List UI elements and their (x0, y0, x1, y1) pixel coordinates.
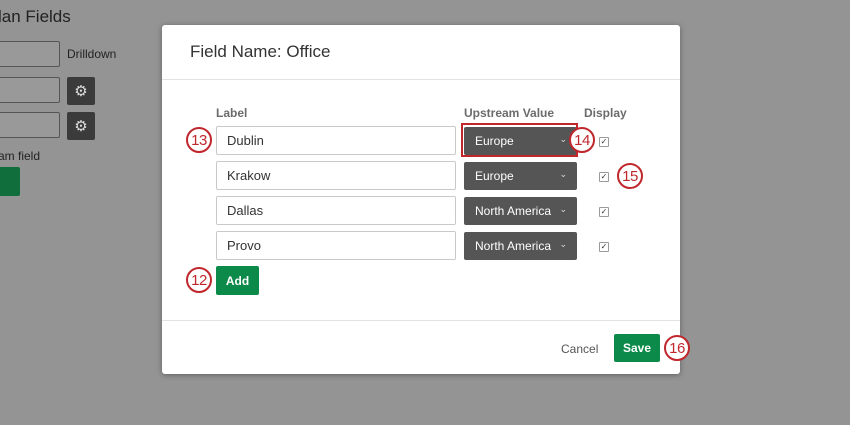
label-input[interactable] (216, 161, 456, 190)
chevron-down-icon: ⌄ (559, 239, 567, 249)
column-header-label: Label (216, 106, 248, 120)
mapping-row: Europe ⌄ ✓ (162, 161, 680, 191)
upstream-value-text: North America (475, 239, 552, 253)
field-name-dialog: Field Name: Office Label Upstream Value … (162, 25, 680, 374)
upstream-value-text: North America (475, 204, 552, 218)
mapping-row: North America ⌄ ✓ (162, 231, 680, 261)
background-input (0, 41, 60, 67)
display-checkbox[interactable]: ✓ (599, 172, 609, 182)
cancel-button[interactable]: Cancel (561, 342, 598, 356)
add-button[interactable]: Add (216, 266, 259, 295)
chevron-down-icon: ⌄ (559, 169, 567, 179)
callout-14: 14 (569, 127, 595, 153)
background-input (0, 112, 60, 138)
label-input[interactable] (216, 231, 456, 260)
save-button[interactable]: Save (614, 334, 660, 362)
display-checkbox[interactable]: ✓ (599, 207, 609, 217)
column-header-upstream-value: Upstream Value (464, 106, 555, 120)
label-input[interactable] (216, 196, 456, 225)
background-upstream-field-label: am field (0, 149, 41, 163)
highlight-box (461, 123, 578, 157)
column-header-display: Display (584, 106, 627, 120)
chevron-down-icon: ⌄ (559, 204, 567, 214)
background-drilldown-label: Drilldown (67, 47, 117, 61)
gear-icon: ⚙ (67, 112, 95, 140)
background-button (0, 167, 20, 196)
callout-15: 15 (617, 163, 643, 189)
footer-divider (162, 320, 680, 321)
upstream-value-text: Europe (475, 169, 514, 183)
upstream-value-select[interactable]: North America ⌄ (464, 197, 577, 225)
mapping-row: Europe ⌄ ✓ (162, 123, 680, 157)
upstream-value-select[interactable]: North America ⌄ (464, 232, 577, 260)
gear-icon: ⚙ (67, 77, 95, 105)
callout-16: 16 (664, 335, 690, 361)
display-checkbox[interactable]: ✓ (599, 137, 609, 147)
upstream-value-select[interactable]: Europe ⌄ (464, 162, 577, 190)
header-divider (162, 79, 680, 80)
callout-13: 13 (186, 127, 212, 153)
label-input[interactable] (216, 126, 456, 155)
mapping-row: North America ⌄ ✓ (162, 196, 680, 226)
background-input (0, 77, 60, 103)
background-page-title: lan Fields (0, 7, 71, 26)
dialog-title: Field Name: Office (190, 42, 331, 61)
display-checkbox[interactable]: ✓ (599, 242, 609, 252)
callout-12: 12 (186, 267, 212, 293)
